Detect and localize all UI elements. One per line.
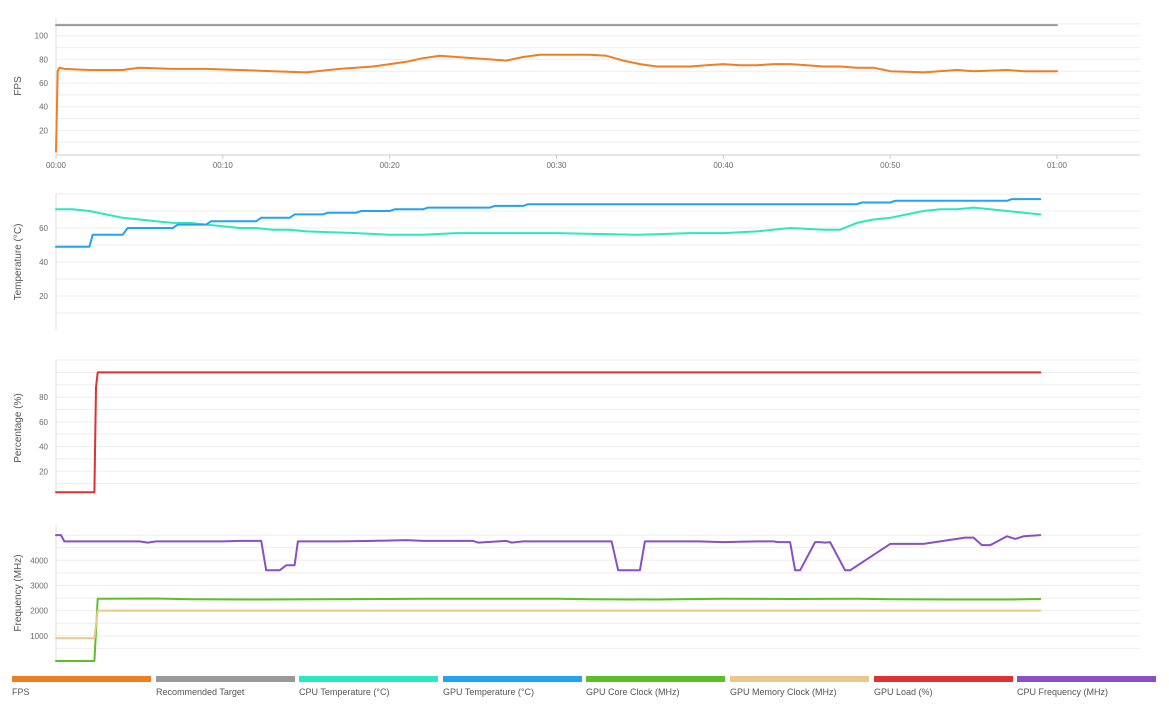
y-tick-label: 60 [39,418,48,427]
legend-swatch-gpu-memory-clock [730,676,869,682]
y-tick-label: 60 [39,79,48,88]
legend-item-recommended-target[interactable]: Recommended Target [156,676,295,697]
series-line-fps [55,53,1058,153]
legend-swatch-gpu-temperature [443,676,582,682]
y-tick-label: 2000 [30,607,48,616]
legend-label-cpu-temperature: CPU Temperature (°C) [299,687,390,697]
y-tick-label: 80 [39,55,48,64]
legend-swatch-gpu-load [874,676,1013,682]
y-tick-label: 20 [39,292,48,301]
x-tick-label: 00:10 [213,161,234,170]
legend-swatch-cpu-frequency [1017,676,1156,682]
legend-item-fps[interactable]: FPS [12,676,151,697]
legend-swatch-fps [12,676,151,682]
legend-item-cpu-frequency[interactable]: CPU Frequency (MHz) [1017,676,1156,697]
y-tick-label: 60 [39,224,48,233]
series-line-gpu-core-clock-mhz [55,597,1042,662]
y-tick-label: 20 [39,467,48,476]
y-axis-label: Temperature (°C) [13,224,24,301]
series-line-gpu-temperature-c [55,198,1042,248]
legend-label-cpu-frequency: CPU Frequency (MHz) [1017,687,1109,697]
x-tick-label: 00:30 [546,161,567,170]
legend-item-gpu-load[interactable]: GPU Load (%) [874,676,1013,697]
legend-label-fps: FPS [12,687,30,697]
x-tick-label: 00:20 [380,161,401,170]
series-line-cpu-temperature-c [55,206,1042,236]
legend-item-gpu-temperature[interactable]: GPU Temperature (°C) [443,676,582,697]
y-tick-label: 3000 [30,581,48,590]
x-tick-label: 00:50 [880,161,901,170]
legend-label-gpu-load: GPU Load (%) [874,687,933,697]
legend-swatch-gpu-core-clock [586,676,725,682]
x-tick-label: 00:00 [46,161,67,170]
performance-charts: 20 40 60 80 100 FPS 00:00 00:10 00:20 00:30 00:40 0… [13,18,1140,662]
legend-label-recommended-target: Recommended Target [156,687,245,697]
legend-item-gpu-memory-clock[interactable]: GPU Memory Clock (MHz) [730,676,869,697]
y-tick-label: 20 [39,126,48,135]
legend-item-cpu-temperature[interactable]: CPU Temperature (°C) [299,676,438,697]
y-tick-label: 40 [39,103,48,112]
y-axis-label: FPS [13,76,24,96]
y-tick-label: 4000 [30,556,48,565]
y-tick-label: 80 [39,393,48,402]
x-tick-label: 01:00 [1047,161,1068,170]
y-axis-label: Frequency (MHz) [13,554,24,631]
legend: FPS Recommended Target CPU Temperature (… [12,676,1162,706]
y-tick-label: 100 [35,32,49,41]
legend-label-gpu-temperature: GPU Temperature (°C) [443,687,534,697]
series-line-gpu-load [55,371,1042,494]
y-axis-label: Percentage (%) [13,393,24,462]
series-line-gpu-memory-clock-mhz [55,609,1042,640]
y-tick-label: 40 [39,443,48,452]
legend-label-gpu-core-clock: GPU Core Clock (MHz) [586,687,680,697]
legend-item-gpu-core-clock[interactable]: GPU Core Clock (MHz) [586,676,725,697]
legend-swatch-cpu-temperature [299,676,438,682]
y-tick-label: 1000 [30,632,48,641]
y-tick-label: 40 [39,258,48,267]
legend-label-gpu-memory-clock: GPU Memory Clock (MHz) [730,687,837,697]
legend-swatch-recommended-target [156,676,295,682]
series-line-cpu-frequency-mhz [55,534,1042,572]
x-tick-label: 00:40 [713,161,734,170]
